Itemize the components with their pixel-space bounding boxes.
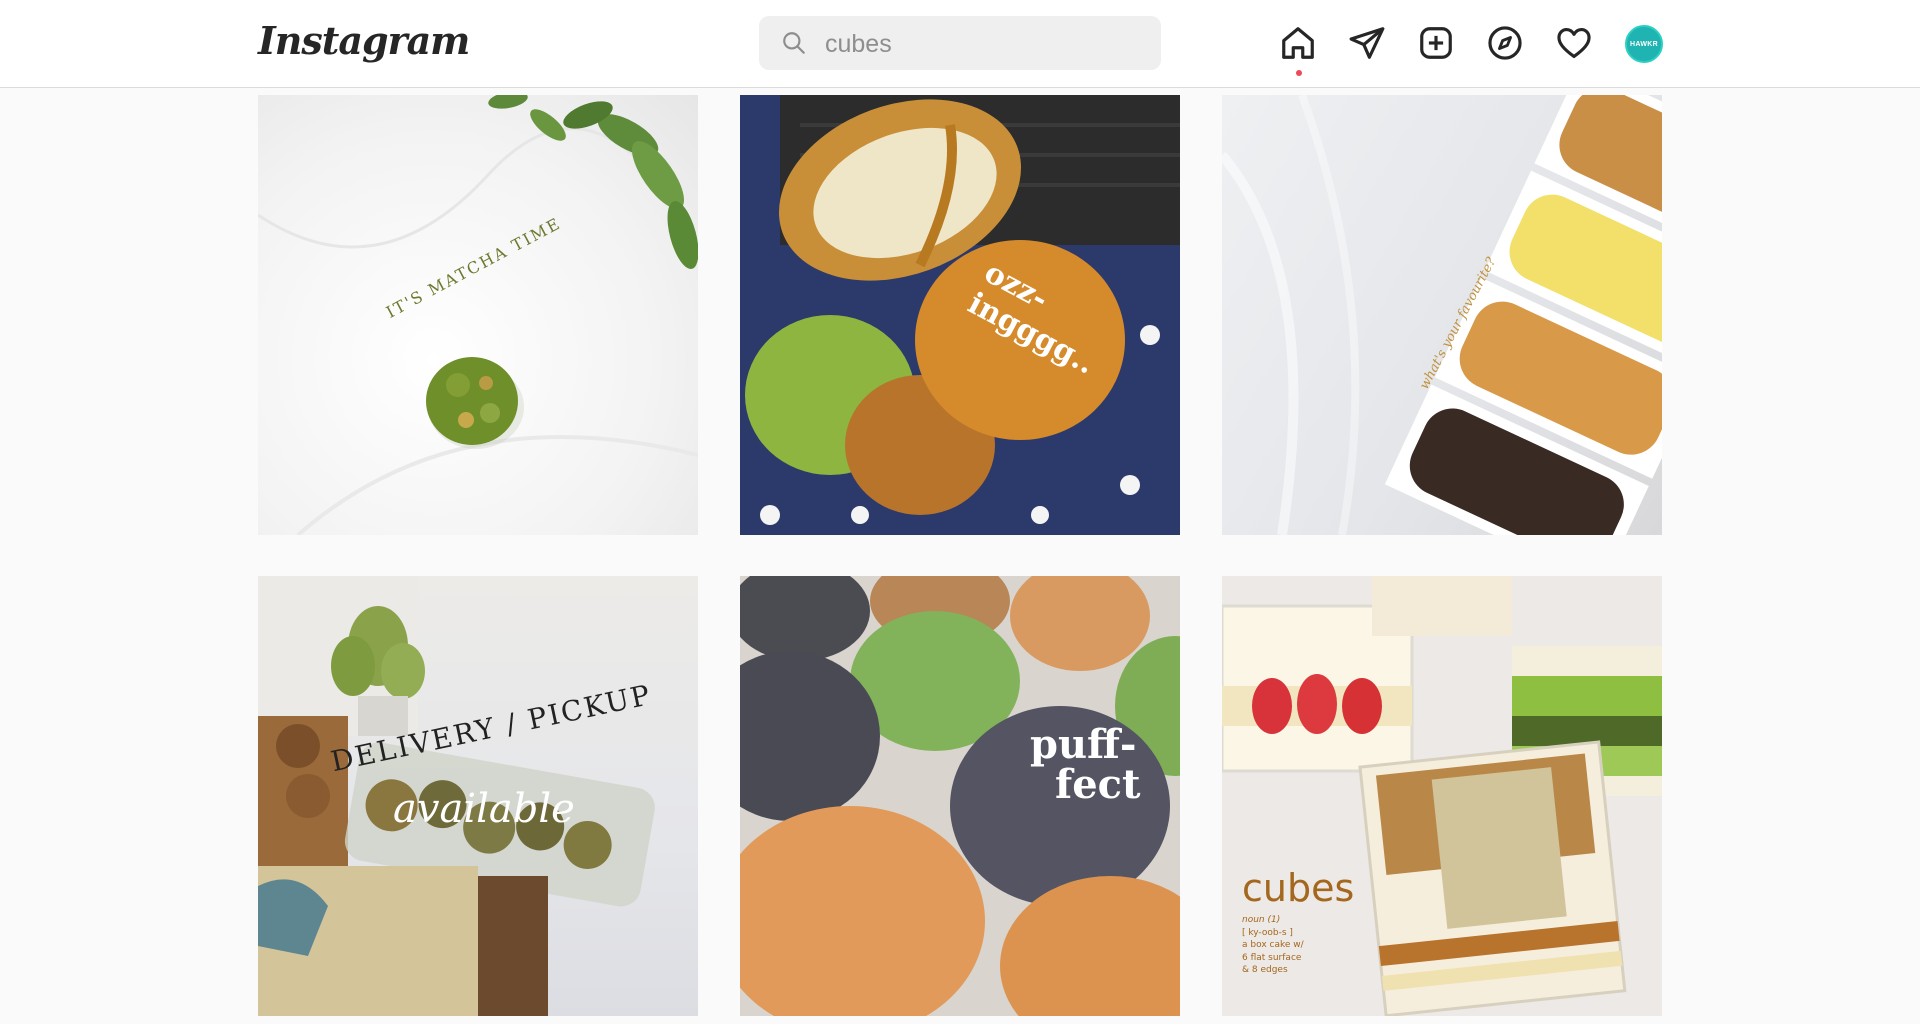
definition-line-5: & 8 edges — [1242, 965, 1288, 975]
post-thumbnail-3[interactable]: what's your favourite? — [1222, 95, 1662, 535]
post-thumbnail-2[interactable]: ozz-ingggg.. — [740, 95, 1180, 535]
definition-line-4: 6 flat surface — [1242, 952, 1302, 963]
direct-messages-icon[interactable] — [1346, 22, 1388, 64]
avatar-text: HAWKR — [1630, 40, 1658, 48]
definition-line-3: a box cake w/ — [1242, 940, 1304, 950]
post-6-caption: cubes — [1242, 866, 1355, 910]
post-6-definition: noun (1) [ ky-oob-s ] a box cake w/ 6 fl… — [1242, 914, 1304, 977]
post-3-image — [1222, 95, 1662, 535]
post-2-image — [745, 95, 1180, 525]
search-bar[interactable]: cubes — [759, 16, 1161, 70]
post-1-image — [258, 95, 698, 535]
home-notification-dot — [1296, 70, 1302, 76]
profile-avatar[interactable]: HAWKR — [1625, 25, 1663, 63]
search-icon — [783, 32, 805, 54]
activity-heart-icon[interactable] — [1553, 22, 1595, 64]
instagram-logo[interactable]: Instagram — [258, 18, 470, 63]
new-post-icon[interactable] — [1415, 22, 1457, 64]
top-navigation-bar: Instagram cubes HAWKR — [0, 0, 1920, 88]
post-thumbnail-4[interactable]: DELIVERY / PICKUP available — [258, 576, 698, 1016]
home-icon[interactable] — [1277, 22, 1319, 64]
search-input[interactable]: cubes — [825, 30, 892, 59]
post-thumbnail-5[interactable]: puff- fect — [740, 576, 1180, 1016]
post-thumbnail-1[interactable]: IT'S MATCHA TIME — [258, 95, 698, 535]
definition-line-1: noun (1) — [1242, 915, 1281, 925]
post-thumbnail-6[interactable]: cubes noun (1) [ ky-oob-s ] a box cake w… — [1222, 576, 1662, 1016]
explore-icon[interactable] — [1484, 22, 1526, 64]
post-4-caption-line2: available — [393, 786, 575, 832]
post-5-caption-line2: fect — [1055, 761, 1141, 808]
matcha-cookie — [426, 357, 524, 449]
definition-line-2: [ ky-oob-s ] — [1242, 927, 1293, 938]
